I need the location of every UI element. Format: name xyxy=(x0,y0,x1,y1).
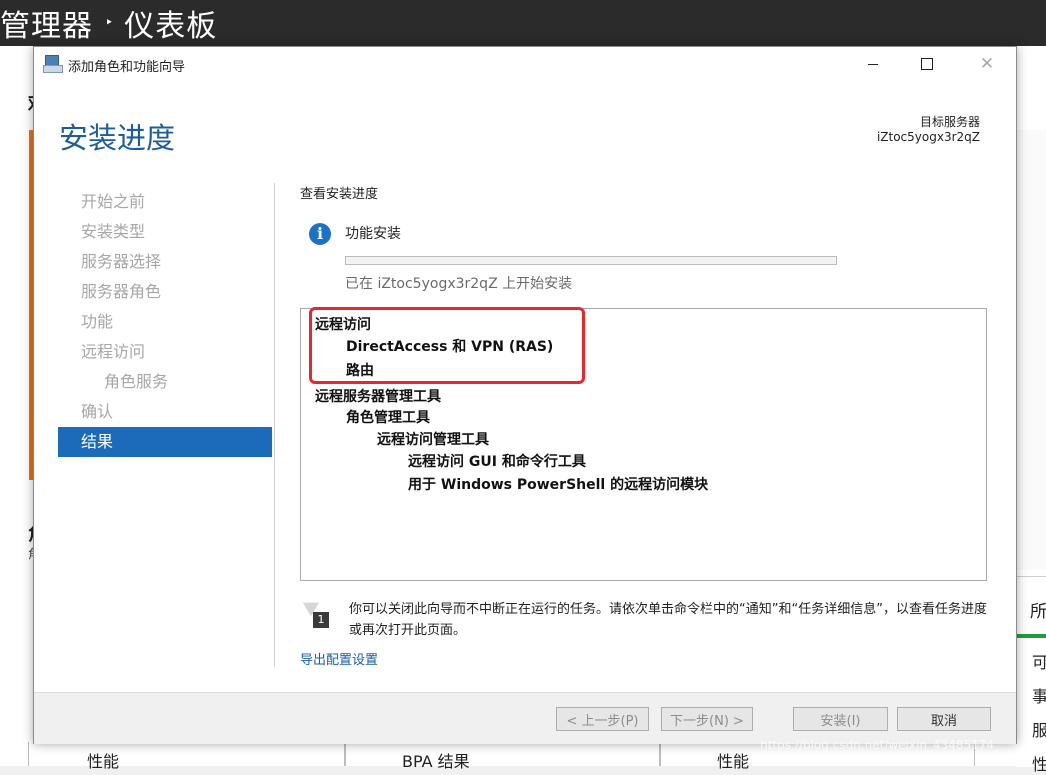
wizard-steps-nav: 开始之前 安装类型 服务器选择 服务器角色 功能 远程访问 角色服务 确认 结果 xyxy=(58,187,272,457)
bg-all-servers-tile[interactable]: 所 可 事 服 性 xyxy=(1016,576,1046,774)
cancel-button[interactable]: 取消 xyxy=(897,707,991,731)
result-item: 路由 xyxy=(346,363,374,379)
breadcrumb: 管理器 ‣ 仪表板 xyxy=(0,2,217,44)
bg-tile-status-bar xyxy=(1016,634,1046,638)
breadcrumb-page: 仪表板 xyxy=(124,9,218,44)
bg-bottom-tile-label[interactable]: BPA 结果 xyxy=(402,748,470,772)
result-item: 远程访问管理工具 xyxy=(377,432,489,448)
target-server-name: iZtoc5yogx3r2qZ xyxy=(876,130,980,144)
view-progress-label: 查看安装进度 xyxy=(300,187,379,202)
nav-divider xyxy=(274,183,275,667)
bg-tile-row[interactable]: 可 xyxy=(1032,649,1046,673)
nav-step-role-services[interactable]: 角色服务 xyxy=(58,367,272,397)
nav-step-server-selection[interactable]: 服务器选择 xyxy=(58,247,272,277)
result-item: 远程服务器管理工具 xyxy=(315,389,441,405)
install-progress-bar xyxy=(345,256,837,265)
nav-step-results[interactable]: 结果 xyxy=(58,427,272,457)
notification-count-badge: 1 xyxy=(313,612,329,628)
dialog-title: 添加角色和功能向导 xyxy=(68,60,186,75)
nav-step-installation-type[interactable]: 安装类型 xyxy=(58,217,272,247)
nav-step-confirmation[interactable]: 确认 xyxy=(58,397,272,427)
minimize-button[interactable] xyxy=(844,47,902,81)
add-roles-wizard-dialog: 添加角色和功能向导 ✕ 安装进度 目标服务器 iZtoc5yogx3r2qZ 开… xyxy=(33,46,1017,744)
target-server-label: 目标服务器 xyxy=(919,115,980,129)
nav-step-features[interactable]: 功能 xyxy=(58,307,272,337)
notification-flag-icon: 1 xyxy=(302,595,333,632)
background-task-note: 你可以关闭此向导而不中断正在运行的任务。请依次单击命令栏中的“通知”和“任务详细… xyxy=(349,602,987,638)
dialog-footer: < 上一步(P) 下一步(N) > 安装(I) 取消 xyxy=(34,692,1016,744)
result-item: 用于 Windows PowerShell 的远程访问模块 xyxy=(408,477,709,493)
result-item: 角色管理工具 xyxy=(346,410,430,426)
close-icon: ✕ xyxy=(979,54,995,74)
bg-bottom-tile-label[interactable]: 性能 xyxy=(87,748,119,772)
bg-bottom-tile-label[interactable]: 性能 xyxy=(717,748,749,772)
server-manager-header: 管理器 ‣ 仪表板 xyxy=(0,0,1046,46)
maximize-icon xyxy=(921,58,933,70)
breadcrumb-separator-icon: ‣ xyxy=(105,15,115,31)
result-item: DirectAccess 和 VPN (RAS) xyxy=(346,339,554,355)
minimize-icon xyxy=(868,63,878,65)
results-list[interactable]: 远程访问 DirectAccess 和 VPN (RAS) 路由 远程服务器管理… xyxy=(300,307,987,581)
bg-bottom-tile: BPA 结果 xyxy=(344,742,661,771)
close-button[interactable]: ✕ xyxy=(958,47,1016,81)
nav-step-server-roles[interactable]: 服务器角色 xyxy=(58,277,272,307)
dialog-titlebar[interactable]: 添加角色和功能向导 ✕ xyxy=(34,47,1016,81)
next-button[interactable]: 下一步(N) > xyxy=(661,707,753,731)
server-manager-app-icon xyxy=(43,55,63,73)
nav-step-before-you-begin[interactable]: 开始之前 xyxy=(58,187,272,217)
bg-right-panel xyxy=(1016,130,1046,570)
nav-step-remote-access[interactable]: 远程访问 xyxy=(58,337,272,367)
bg-tile-row[interactable]: 事 xyxy=(1032,683,1046,707)
result-item: 远程访问 GUI 和命令行工具 xyxy=(408,454,586,470)
feature-install-label: 功能安装 xyxy=(345,226,401,242)
breadcrumb-app[interactable]: 管理器 xyxy=(0,1,93,45)
bg-tile-row[interactable]: 服 xyxy=(1032,717,1046,741)
info-icon: i xyxy=(309,223,331,245)
bg-bottom-tile: 性能 xyxy=(28,742,346,771)
previous-button[interactable]: < 上一步(P) xyxy=(556,707,649,731)
watermark-text: https://blog.csdn.net/weixin_43485174 xyxy=(760,738,995,752)
page-title: 安装进度 xyxy=(59,121,176,155)
export-config-link[interactable]: 导出配置设置 xyxy=(300,649,378,668)
result-item: 远程访问 xyxy=(315,317,371,333)
bg-tile-title: 所 xyxy=(1030,602,1046,622)
maximize-button[interactable] xyxy=(898,47,956,81)
install-button[interactable]: 安装(I) xyxy=(793,707,888,731)
bg-tile-row[interactable]: 性 xyxy=(1032,751,1046,775)
install-status-text: 已在 iZtoc5yogx3r2qZ 上开始安装 xyxy=(345,276,573,292)
